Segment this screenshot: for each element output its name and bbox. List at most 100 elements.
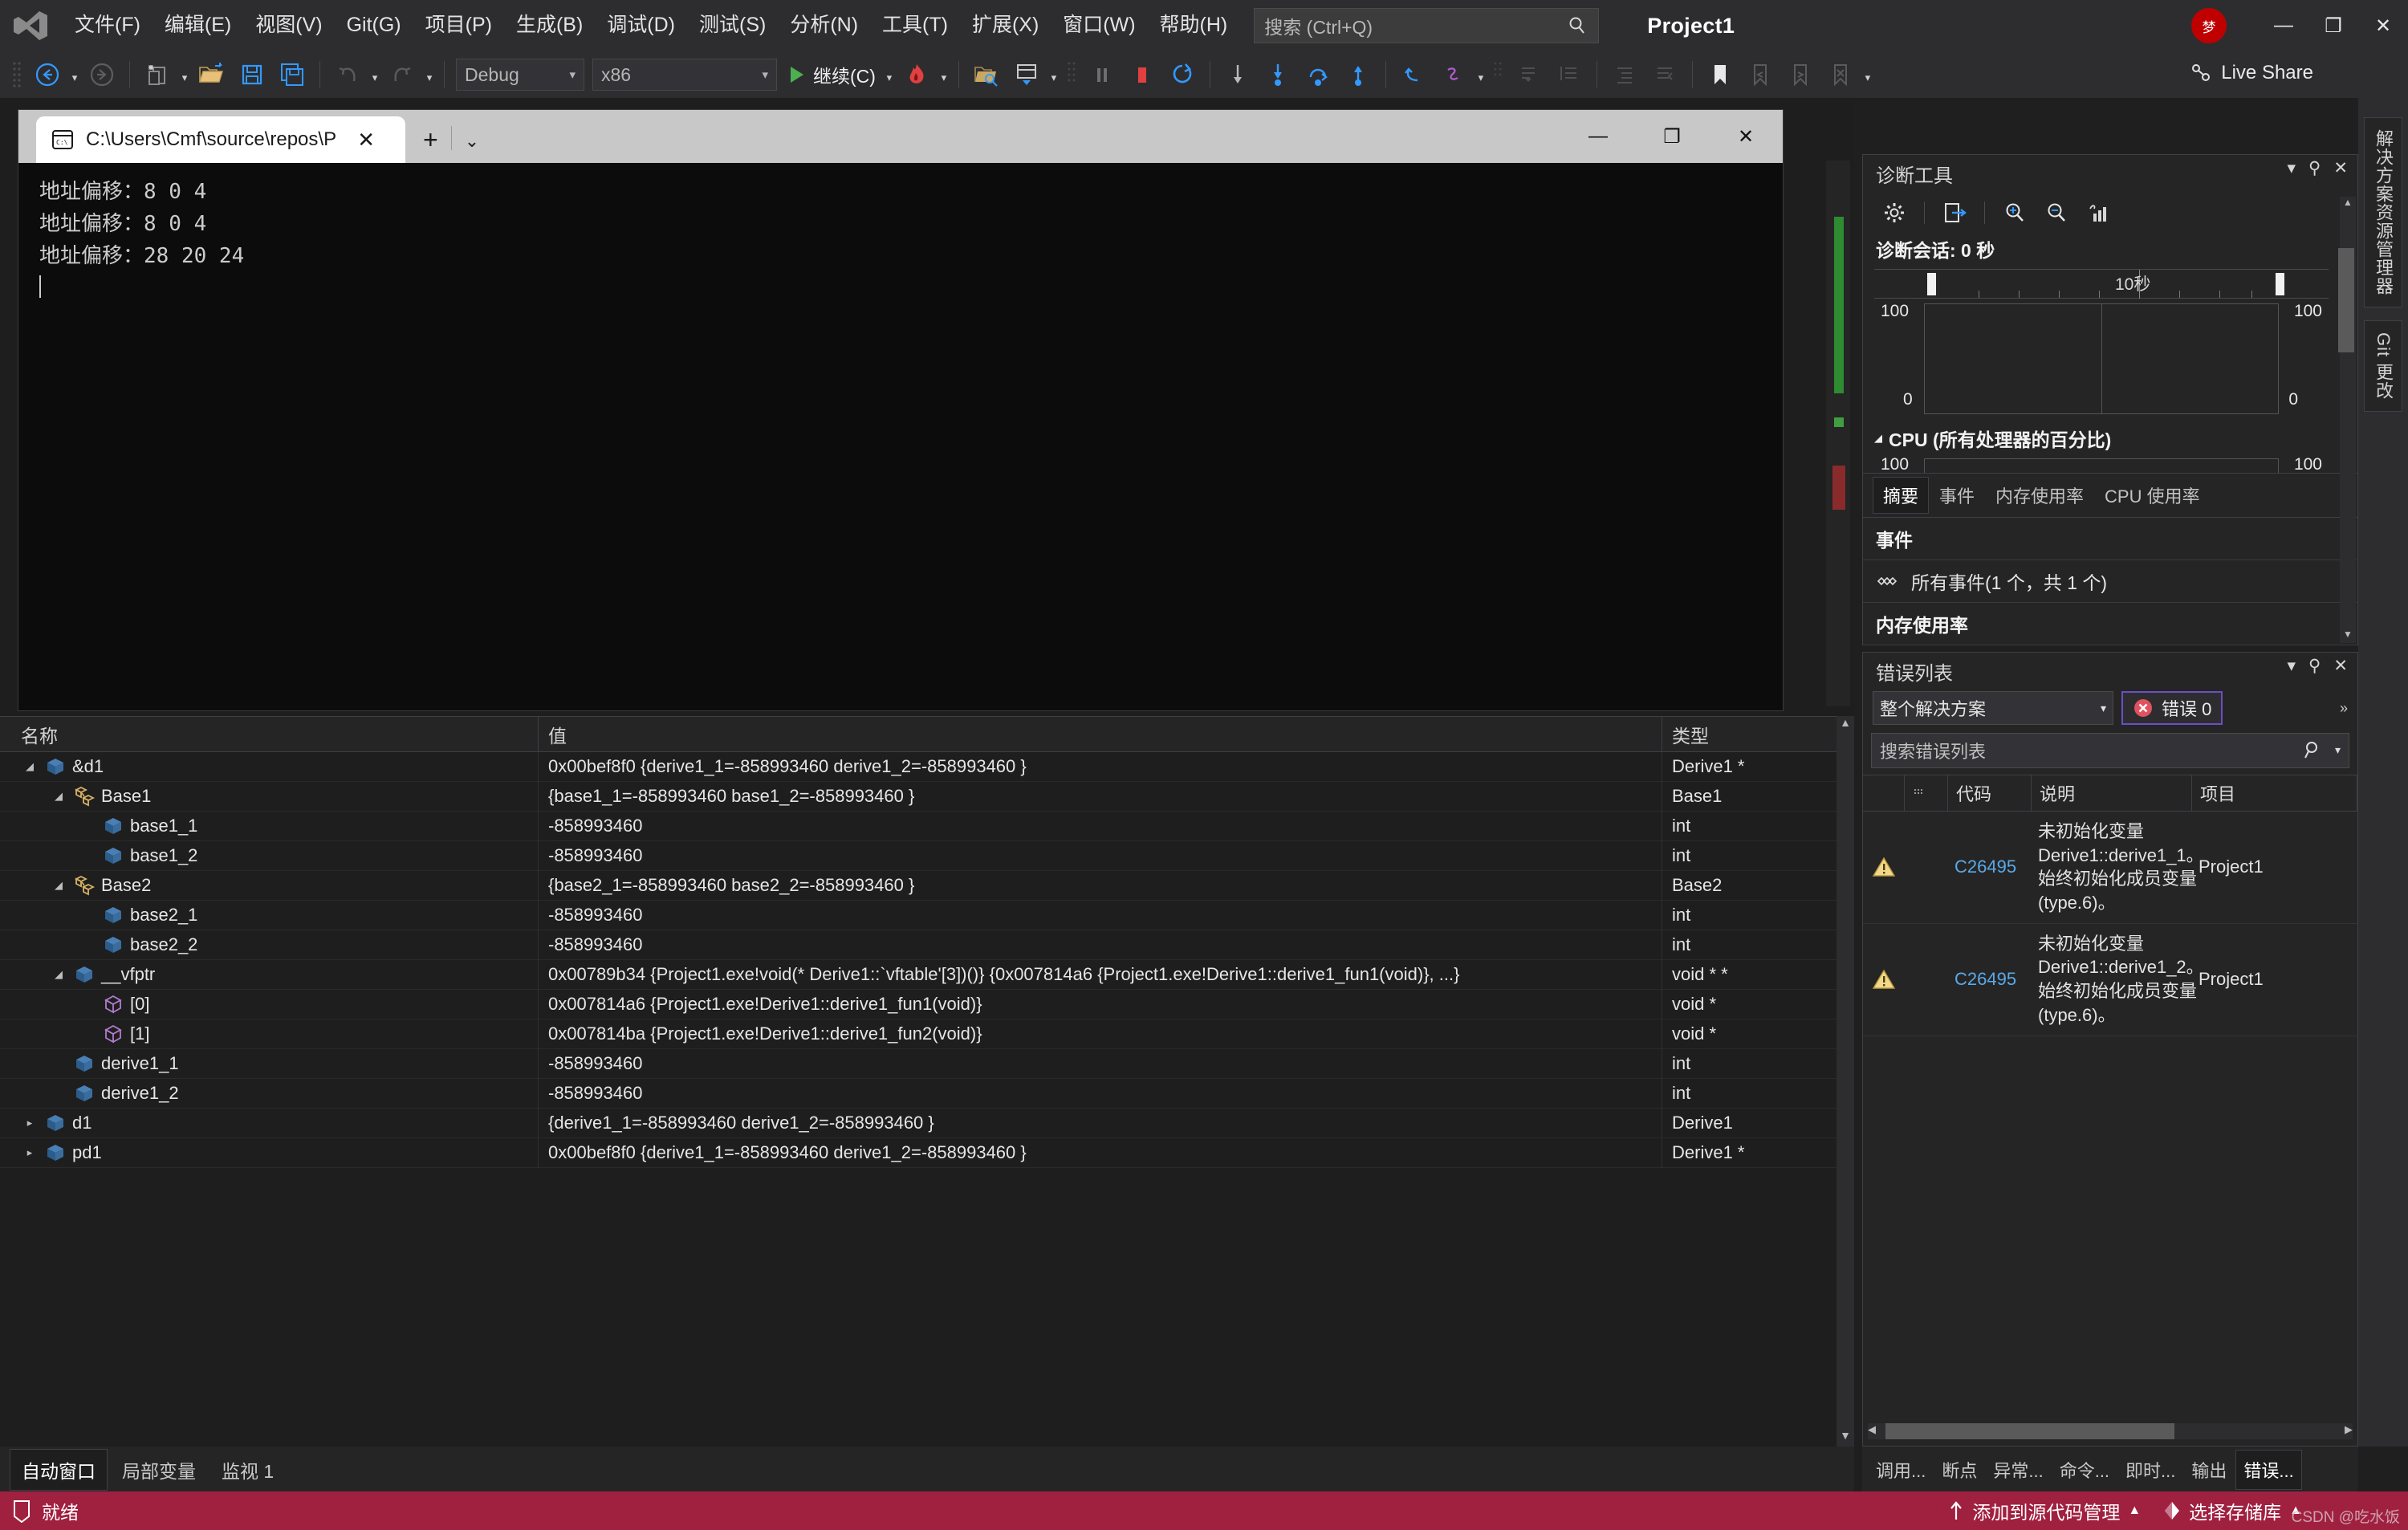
variable-value[interactable]: {derive1_1=-858993460 derive1_2=-8589934… bbox=[538, 1108, 1662, 1138]
diag-tab-events[interactable]: 事件 bbox=[1929, 477, 1985, 514]
new-window-dropdown[interactable]: ▾ bbox=[1047, 59, 1061, 91]
tab-call-stack[interactable]: 调用... bbox=[1869, 1451, 1933, 1489]
menu-test[interactable]: 测试(S) bbox=[687, 8, 778, 43]
live-share-button[interactable]: Live Share bbox=[2189, 61, 2313, 85]
step-over-icon[interactable] bbox=[1300, 57, 1336, 92]
caret-up-icon[interactable]: ▲ bbox=[2128, 1504, 2141, 1518]
panel-dropdown-icon[interactable]: ▾ bbox=[2287, 158, 2296, 178]
console-window[interactable]: C:\ C:\Users\Cmf\source\repos\P ✕ + ⌄ — … bbox=[18, 109, 1784, 711]
tab-command-window[interactable]: 命令... bbox=[2052, 1451, 2117, 1489]
menu-window[interactable]: 窗口(W) bbox=[1051, 8, 1147, 43]
undo-last-icon[interactable] bbox=[1396, 57, 1431, 92]
table-row[interactable]: ◢ Base1 {base1_1=-858993460 base1_2=-85899… bbox=[0, 781, 1854, 812]
table-row[interactable]: ▸ d1 {derive1_1=-858993460 derive1_2=-8589… bbox=[0, 1108, 1854, 1138]
settings-gear-icon[interactable] bbox=[1877, 195, 1912, 230]
table-row[interactable]: ◢ __vfptr 0x00789b34 {Project1.exe!void(* … bbox=[0, 959, 1854, 990]
column-header-gutter[interactable] bbox=[1905, 775, 1948, 812]
tab-output[interactable]: 输出 bbox=[2184, 1451, 2234, 1489]
uncomment-icon[interactable] bbox=[1552, 57, 1587, 92]
error-code[interactable]: C26495 bbox=[1948, 924, 2032, 1036]
pin-icon[interactable]: ⚲ bbox=[2308, 656, 2321, 676]
export-icon[interactable] bbox=[1937, 195, 1972, 230]
variable-value[interactable]: -858993460 bbox=[538, 900, 1662, 930]
variable-value[interactable]: 0x00bef8f0 {derive1_1=-858993460 derive1… bbox=[538, 1137, 1662, 1168]
variable-value[interactable]: {base1_1=-858993460 base1_2=-858993460 } bbox=[538, 781, 1662, 812]
toolbar-grip[interactable] bbox=[11, 60, 22, 89]
avatar[interactable]: 梦 bbox=[2191, 8, 2227, 43]
error-scope-select[interactable]: 整个解决方案 ▾ bbox=[1873, 691, 2113, 725]
pause-icon[interactable] bbox=[1084, 57, 1120, 92]
tab-breakpoints[interactable]: 断点 bbox=[1934, 1451, 1984, 1489]
error-search-input[interactable]: 搜索错误列表 ▾ bbox=[1871, 733, 2349, 768]
variable-value[interactable]: -858993460 bbox=[538, 1078, 1662, 1109]
cpu-section-header[interactable]: ◢ CPU (所有处理器的百分比) bbox=[1863, 421, 2357, 454]
add-to-source-control-button[interactable]: 添加到源代码管理 ▲ bbox=[1948, 1497, 2141, 1524]
summary-events-row[interactable]: 所有事件(1 个，共 1 个) bbox=[1863, 560, 2357, 603]
table-row[interactable]: ◢ Base2 {base2_1=-858993460 base2_2=-85899… bbox=[0, 870, 1854, 901]
table-row[interactable]: [0] 0x007814a6 {Project1.exe!Derive1::der… bbox=[0, 989, 1854, 1019]
expander-expanded-icon[interactable]: ◢ bbox=[50, 968, 67, 981]
bookmark-icon[interactable] bbox=[1702, 57, 1738, 92]
table-row[interactable]: [1] 0x007814ba {Project1.exe!Derive1::der… bbox=[0, 1019, 1854, 1049]
zoom-out-icon[interactable] bbox=[2039, 195, 2074, 230]
scroll-up-arrow-icon[interactable]: ▲ bbox=[2340, 197, 2356, 211]
continue-button[interactable]: 继续(C) bbox=[787, 61, 876, 88]
close-icon[interactable]: ✕ bbox=[2333, 656, 2348, 676]
menu-analyze[interactable]: 分析(N) bbox=[778, 8, 870, 43]
tab-autos[interactable]: 自动窗口 bbox=[10, 1449, 108, 1491]
table-row[interactable]: derive1_1 -858993460 int bbox=[0, 1048, 1854, 1079]
diag-tab-summary[interactable]: 摘要 bbox=[1873, 477, 1930, 514]
variables-scrollbar[interactable]: ▲ ▼ bbox=[1837, 716, 1854, 1447]
expander-collapsed-icon[interactable]: ▸ bbox=[21, 1117, 39, 1129]
table-row[interactable]: base2_2 -858993460 int bbox=[0, 930, 1854, 960]
cycle-clipboard-dropdown[interactable]: ▾ bbox=[1474, 59, 1488, 91]
hot-reload-dropdown[interactable]: ▾ bbox=[937, 59, 951, 91]
attach-to-process-icon[interactable] bbox=[969, 57, 1004, 92]
platform-select[interactable]: x86 ▾ bbox=[592, 59, 777, 91]
menu-tools[interactable]: 工具(T) bbox=[870, 8, 960, 43]
error-count-toggle[interactable]: 错误 0 bbox=[2121, 691, 2223, 725]
clear-bookmark-icon[interactable] bbox=[1823, 57, 1858, 92]
menu-debug[interactable]: 调试(D) bbox=[595, 8, 687, 43]
prev-bookmark-icon[interactable] bbox=[1743, 57, 1778, 92]
new-item-icon[interactable] bbox=[140, 57, 175, 92]
variable-value[interactable]: -858993460 bbox=[538, 930, 1662, 960]
variable-value[interactable]: 0x007814ba {Project1.exe!Derive1::derive… bbox=[538, 1019, 1662, 1049]
table-row[interactable]: ▸ pd1 0x00bef8f0 {derive1_1=-858993460 der… bbox=[0, 1137, 1854, 1168]
editor-scroll-thumb[interactable] bbox=[1834, 217, 1844, 393]
close-button[interactable]: ✕ bbox=[2358, 0, 2408, 51]
table-row[interactable]: base1_2 -858993460 int bbox=[0, 840, 1854, 871]
menu-help[interactable]: 帮助(H) bbox=[1148, 8, 1240, 43]
step-into-icon[interactable] bbox=[1260, 57, 1296, 92]
tab-locals[interactable]: 局部变量 bbox=[111, 1450, 207, 1490]
menu-file[interactable]: 文件(F) bbox=[63, 8, 153, 43]
table-row[interactable]: ◢ &d1 0x00bef8f0 {derive1_1=-858993460 der… bbox=[0, 751, 1854, 782]
menu-git[interactable]: Git(G) bbox=[335, 8, 413, 43]
overflow-chevrons-icon[interactable]: » bbox=[2340, 700, 2348, 717]
rail-tab-solution-explorer[interactable]: 解决方案资源管理器 bbox=[2364, 117, 2402, 307]
column-header-code[interactable]: 代码 bbox=[1948, 775, 2032, 812]
column-header-name[interactable]: 名称 bbox=[0, 721, 538, 748]
cycle-clipboard-icon[interactable] bbox=[1436, 57, 1471, 92]
panel-dropdown-icon[interactable]: ▾ bbox=[2287, 656, 2296, 676]
scroll-left-arrow-icon[interactable]: ◀ bbox=[1868, 1423, 1876, 1436]
hot-reload-icon[interactable] bbox=[899, 57, 934, 92]
variable-value[interactable]: -858993460 bbox=[538, 840, 1662, 871]
tab-error-list[interactable]: 错误... bbox=[2235, 1450, 2302, 1490]
console-output[interactable]: 地址偏移：8 0 4 地址偏移：8 0 4 地址偏移：28 20 24 bbox=[18, 163, 1783, 304]
expander-expanded-icon[interactable]: ◢ bbox=[50, 879, 67, 892]
stop-icon[interactable] bbox=[1125, 57, 1160, 92]
tab-exceptions[interactable]: 异常... bbox=[1986, 1451, 2050, 1489]
bookmark-dropdown[interactable]: ▾ bbox=[1861, 59, 1875, 91]
rail-tab-git-changes[interactable]: Git 更改 bbox=[2364, 320, 2402, 413]
select-graph-icon[interactable] bbox=[2081, 195, 2116, 230]
scroll-up-arrow-icon[interactable]: ▲ bbox=[1837, 716, 1854, 734]
global-search-input[interactable]: 搜索 (Ctrl+Q) bbox=[1254, 8, 1600, 43]
expander-expanded-icon[interactable]: ◢ bbox=[21, 760, 39, 773]
diag-tab-memory-usage[interactable]: 内存使用率 bbox=[1985, 477, 2094, 514]
outdent-icon[interactable] bbox=[1647, 57, 1682, 92]
variable-value[interactable]: 0x00789b34 {Project1.exe!void(* Derive1:… bbox=[538, 959, 1662, 990]
new-item-dropdown[interactable]: ▾ bbox=[177, 59, 192, 91]
console-tab[interactable]: C:\ C:\Users\Cmf\source\repos\P ✕ bbox=[36, 116, 405, 163]
new-window-icon[interactable] bbox=[1009, 57, 1044, 92]
